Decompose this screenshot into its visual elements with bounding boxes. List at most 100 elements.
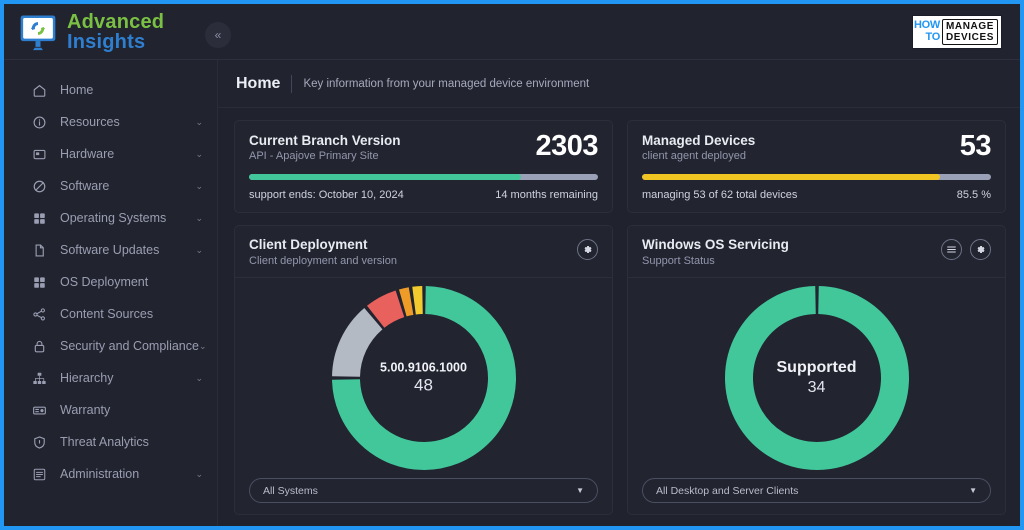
windows-os-servicing-chart: Supported 34: [628, 278, 1005, 478]
card-footer-right: 14 months remaining: [495, 189, 598, 201]
sidebar-item-label: Warranty: [60, 403, 111, 417]
monitor-refresh-icon: [20, 15, 56, 51]
sidebar-item-content-sources[interactable]: Content Sources: [4, 298, 217, 330]
card-footer-left: managing 53 of 62 total devices: [642, 189, 798, 201]
app-window: Advanced Insights « HOW TO MANAGE DEVICE…: [4, 4, 1020, 526]
card-current-branch-version: Current Branch Version API - Apajove Pri…: [234, 120, 613, 213]
donut-center-label: Supported 34: [717, 359, 917, 397]
software-disc-icon: [30, 177, 48, 195]
sidebar-item-hardware[interactable]: Hardware ⌄: [4, 138, 217, 170]
sidebar-item-label: Hardware: [60, 147, 115, 161]
donut-label: Supported: [776, 359, 857, 376]
sidebar-item-label: Hierarchy: [60, 371, 114, 385]
dashboard-grid: Current Branch Version API - Apajove Pri…: [218, 108, 1020, 515]
app-brand: Advanced Insights: [18, 12, 164, 53]
sidebar-item-hierarchy[interactable]: Hierarchy ⌄: [4, 362, 217, 394]
sidebar-item-label: Resources: [60, 115, 120, 129]
chevron-down-icon: ⌄: [195, 468, 203, 479]
card-title: Current Branch Version: [249, 133, 401, 148]
sidebar-item-home[interactable]: Home: [4, 74, 217, 106]
donut-center-label: 5.00.9106.1000 48: [324, 361, 524, 396]
chevron-down-icon: ⌄: [195, 244, 203, 255]
chevron-down-icon: ▼: [969, 486, 977, 495]
logo-to-text: TO: [925, 31, 941, 43]
sidebar-item-warranty[interactable]: Warranty: [4, 394, 217, 426]
shield-icon: [30, 433, 48, 451]
list-icon: [947, 246, 956, 253]
card-subtitle: Client deployment and version: [249, 255, 397, 267]
page-header: Home Key information from your managed d…: [218, 60, 1020, 108]
card-subtitle: client agent deployed: [642, 150, 746, 162]
windows-os-servicing-scope-select[interactable]: All Desktop and Server Clients ▼: [642, 478, 991, 503]
info-circle-icon: [30, 113, 48, 131]
card-windows-os-servicing: Windows OS Servicing Support Status Supp…: [627, 225, 1006, 515]
sidebar-item-label: Home: [60, 83, 94, 97]
sidebar-item-label: Content Sources: [60, 307, 154, 321]
chevron-down-icon: ⌄: [195, 148, 203, 159]
windows-grid-icon: [30, 209, 48, 227]
sidebar-item-software[interactable]: Software ⌄: [4, 170, 217, 202]
sidebar-item-resources[interactable]: Resources ⌄: [4, 106, 217, 138]
sidebar-item-operating-systems[interactable]: Operating Systems ⌄: [4, 202, 217, 234]
top-bar: Advanced Insights « HOW TO MANAGE DEVICE…: [4, 4, 1020, 60]
sidebar-item-label: Threat Analytics: [60, 435, 149, 449]
main-content: Home Key information from your managed d…: [218, 60, 1020, 526]
sidebar-item-software-updates[interactable]: Software Updates ⌄: [4, 234, 217, 266]
lock-icon: [30, 337, 48, 355]
hardware-chip-icon: [30, 145, 48, 163]
sidebar: Home Resources ⌄ Hardware ⌄ Software ⌄ O…: [4, 60, 218, 526]
client-deployment-settings-button[interactable]: [577, 239, 598, 260]
card-subtitle: API - Apajove Primary Site: [249, 150, 379, 162]
progress-fill: [249, 174, 522, 180]
chevron-down-icon: ▼: [576, 486, 584, 495]
windows-os-servicing-list-button[interactable]: [941, 239, 962, 260]
sidebar-item-label: Security and Compliance: [60, 339, 199, 353]
chevron-double-left-icon: «: [214, 28, 222, 42]
gear-icon: [584, 246, 592, 253]
home-icon: [30, 81, 48, 99]
progress-fill: [642, 174, 941, 180]
chevron-down-icon: ⌄: [198, 340, 207, 351]
sitemap-icon: [30, 369, 48, 387]
share-nodes-icon: [30, 305, 48, 323]
logo-devices-text: DEVICES: [945, 32, 995, 43]
sidebar-item-administration[interactable]: Administration ⌄: [4, 458, 217, 490]
chevron-down-icon: ⌄: [195, 116, 203, 127]
page-title: Home: [236, 74, 293, 93]
gear-icon: [977, 246, 985, 253]
card-value: 53: [959, 130, 992, 162]
sidebar-item-label: OS Deployment: [60, 275, 149, 289]
donut-label: 5.00.9106.1000: [380, 360, 467, 375]
card-title: Windows OS Servicing: [642, 237, 789, 252]
sidebar-item-threat-analytics[interactable]: Threat Analytics: [4, 426, 217, 458]
donut-value: 34: [807, 379, 826, 396]
chevron-down-icon: ⌄: [195, 372, 203, 383]
card-footer-left: support ends: October 10, 2024: [249, 189, 404, 201]
sidebar-item-os-deployment[interactable]: OS Deployment: [4, 266, 217, 298]
client-deployment-scope-select[interactable]: All Systems ▼: [249, 478, 598, 503]
brand-line-1: Advanced: [67, 11, 165, 33]
card-client-deployment: Client Deployment Client deployment and …: [234, 225, 613, 515]
admin-list-icon: [30, 465, 48, 483]
logo-manage-text: MANAGE: [945, 21, 995, 32]
windows-grid-icon: [30, 273, 48, 291]
sidebar-item-label: Operating Systems: [60, 211, 167, 225]
brand-line-2: Insights: [67, 31, 146, 54]
card-footer-right: 85.5 %: [956, 189, 991, 201]
card-title: Client Deployment: [249, 237, 368, 252]
sidebar-collapse-button[interactable]: «: [205, 22, 231, 48]
card-subtitle: Support Status: [642, 255, 715, 267]
card-value: 2303: [535, 130, 598, 162]
card-managed-devices: Managed Devices client agent deployed 53…: [627, 120, 1006, 213]
card-title: Managed Devices: [642, 133, 756, 148]
file-update-icon: [30, 241, 48, 259]
windows-os-servicing-settings-button[interactable]: [970, 239, 991, 260]
how-to-manage-devices-logo: HOW TO MANAGE DEVICES: [912, 15, 1002, 49]
progress-track: [249, 174, 598, 180]
page-subtitle: Key information from your managed device…: [303, 77, 590, 90]
sidebar-item-label: Software: [60, 179, 110, 193]
sidebar-item-security-and-compliance[interactable]: Security and Compliance ⌄: [4, 330, 217, 362]
warranty-card-icon: [30, 401, 48, 419]
progress-track: [642, 174, 991, 180]
client-deployment-chart: 5.00.9106.1000 48: [235, 278, 612, 478]
